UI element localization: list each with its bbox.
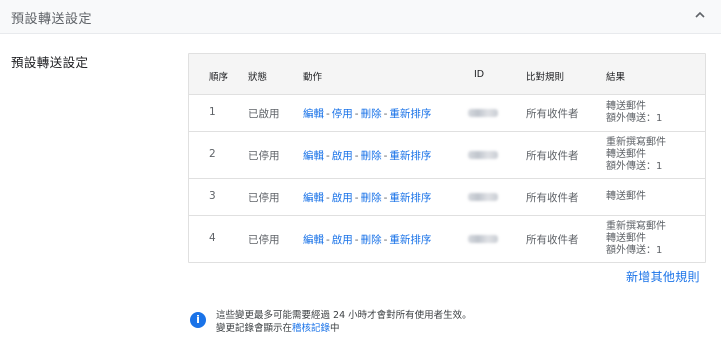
result-line: 重新撰寫郵件 (606, 221, 666, 232)
info-note-line2: 變更記錄會顯示在稽核記錄中 (216, 322, 472, 335)
column-header-id: ID (474, 69, 485, 80)
redacted-id (468, 235, 498, 243)
result-line: 轉送郵件 (606, 191, 646, 202)
info-note-line1: 這些變更最多可能需要經過 24 小時才會對所有使用者生效。 (216, 310, 472, 321)
edit-link[interactable]: 編輯 (303, 234, 324, 246)
row-status: 已停用 (248, 192, 280, 204)
redacted-id (468, 151, 498, 159)
toggle-link[interactable]: 啟用 (332, 192, 353, 204)
result-line: 額外傳送：1 (606, 161, 663, 172)
reorder-link[interactable]: 重新排序 (389, 192, 431, 204)
row-result: 重新撰寫郵件 轉送郵件 額外傳送：1 (606, 137, 666, 173)
row-order: 1 (209, 106, 216, 118)
row-result: 轉送郵件 (606, 191, 646, 203)
action-separator: - (326, 234, 330, 246)
result-line: 轉送郵件 (606, 233, 646, 244)
row-id-redacted (468, 108, 498, 120)
delete-link[interactable]: 刪除 (361, 192, 382, 204)
row-id-redacted (468, 150, 498, 162)
row-match-rule: 所有收件者 (526, 150, 579, 162)
column-header-actions: 動作 (303, 72, 323, 83)
info-note-prefix: 變更記錄會顯示在 (216, 323, 293, 334)
row-order: 4 (209, 232, 216, 244)
row-order: 3 (209, 190, 216, 202)
redacted-id (468, 109, 498, 117)
toggle-link[interactable]: 啟用 (332, 150, 353, 162)
row-status: 已停用 (248, 234, 280, 246)
action-separator: - (354, 234, 359, 246)
column-header-match: 比對規則 (526, 72, 565, 83)
action-separator: - (326, 108, 330, 120)
table-row: 4 已停用 編輯 - 啟用 - 刪除 - 重新排序 所有收件者 重新撰寫郵件 轉送郵件 額外傳送：1 (189, 216, 705, 262)
action-separator: - (326, 150, 330, 162)
edit-link[interactable]: 編輯 (303, 150, 324, 162)
row-result: 重新撰寫郵件 轉送郵件 額外傳送：1 (606, 221, 666, 257)
row-actions: 編輯 - 啟用 - 刪除 - 重新排序 (303, 190, 431, 205)
row-match-rule: 所有收件者 (526, 108, 579, 120)
info-icon: i (190, 312, 206, 328)
info-note: 這些變更最多可能需要經過 24 小時才會對所有使用者生效。 變更記錄會顯示在稽核… (216, 309, 472, 335)
reorder-link[interactable]: 重新排序 (389, 108, 431, 120)
table-row: 2 已停用 編輯 - 啟用 - 刪除 - 重新排序 所有收件者 重新撰寫郵件 轉送郵件 額外傳送：1 (189, 132, 705, 179)
row-actions: 編輯 - 停用 - 刪除 - 重新排序 (303, 106, 431, 121)
chevron-up-icon[interactable] (693, 8, 707, 22)
info-note-suffix: 中 (330, 323, 340, 334)
forwarding-rules-table: 順序 狀態 動作 ID 比對規則 結果 1 已啟用 編輯 - 停用 - 刪除 - 重新排序 所有收… (188, 53, 706, 263)
row-actions: 編輯 - 啟用 - 刪除 - 重新排序 (303, 148, 431, 163)
result-line: 額外傳送：1 (606, 113, 663, 124)
action-separator: - (354, 192, 359, 204)
table-row: 1 已啟用 編輯 - 停用 - 刪除 - 重新排序 所有收件者 轉送郵件 額外傳送：1 (189, 95, 705, 132)
section-header[interactable]: 預設轉送設定 (0, 0, 721, 34)
redacted-id (468, 193, 498, 201)
section-label: 預設轉送設定 (11, 55, 89, 70)
delete-link[interactable]: 刪除 (361, 234, 382, 246)
row-match-rule: 所有收件者 (526, 192, 579, 204)
reorder-link[interactable]: 重新排序 (389, 234, 431, 246)
result-line: 轉送郵件 (606, 101, 646, 112)
action-separator: - (354, 108, 359, 120)
toggle-link[interactable]: 停用 (332, 108, 353, 120)
reorder-link[interactable]: 重新排序 (389, 150, 431, 162)
audit-log-link[interactable]: 稽核記錄 (292, 323, 330, 334)
edit-link[interactable]: 編輯 (303, 192, 324, 204)
row-id-redacted (468, 234, 498, 246)
action-separator: - (354, 150, 359, 162)
edit-link[interactable]: 編輯 (303, 108, 324, 120)
row-match-rule: 所有收件者 (526, 234, 579, 246)
row-actions: 編輯 - 啟用 - 刪除 - 重新排序 (303, 232, 431, 247)
row-order: 2 (209, 148, 216, 160)
toggle-link[interactable]: 啟用 (332, 234, 353, 246)
section-header-title: 預設轉送設定 (11, 12, 93, 27)
column-header-result: 結果 (606, 72, 626, 83)
delete-link[interactable]: 刪除 (361, 150, 382, 162)
result-line: 重新撰寫郵件 (606, 137, 666, 148)
add-rule-link[interactable]: 新增其他規則 (626, 268, 700, 285)
table-header: 順序 狀態 動作 ID 比對規則 結果 (189, 54, 705, 95)
row-result: 轉送郵件 額外傳送：1 (606, 101, 662, 125)
result-line: 轉送郵件 (606, 149, 646, 160)
column-header-status: 狀態 (248, 72, 268, 83)
row-id-redacted (468, 192, 498, 204)
row-status: 已啟用 (248, 108, 280, 120)
table-row: 3 已停用 編輯 - 啟用 - 刪除 - 重新排序 所有收件者 轉送郵件 (189, 179, 705, 216)
result-line: 額外傳送：1 (606, 245, 663, 256)
column-header-order: 順序 (209, 72, 229, 83)
row-status: 已停用 (248, 150, 280, 162)
action-separator: - (326, 192, 330, 204)
delete-link[interactable]: 刪除 (361, 108, 382, 120)
